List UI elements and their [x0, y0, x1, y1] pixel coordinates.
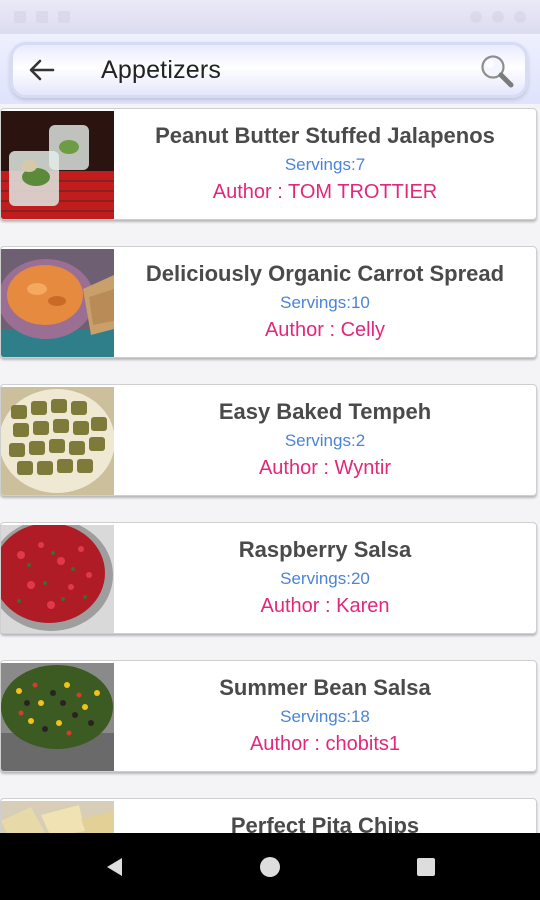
- recipe-author: Author : Wyntir: [258, 457, 392, 479]
- recipe-card[interactable]: Summer Bean Salsa Servings:18 Author : c…: [0, 660, 540, 776]
- recipe-servings: Servings:10: [280, 293, 370, 312]
- recipe-thumbnail: [1, 663, 114, 771]
- notification-icon: [58, 11, 70, 23]
- nav-recents-button[interactable]: [414, 855, 438, 879]
- magnifier-icon: [481, 55, 514, 88]
- recipe-title: Deliciously Organic Carrot Spread: [145, 261, 505, 286]
- recipe-thumbnail: [1, 249, 114, 357]
- recipe-thumbnail: [1, 111, 114, 219]
- page-title: Appetizers: [101, 56, 222, 84]
- notification-icon: [36, 11, 48, 23]
- recipe-thumbnail: [1, 525, 114, 633]
- recipe-servings: Servings:2: [284, 431, 366, 450]
- recipe-thumbnail: [1, 387, 114, 495]
- recipe-title: Easy Baked Tempeh: [218, 399, 432, 424]
- status-bar: [0, 0, 540, 34]
- recipe-author: Author : Celly: [264, 319, 386, 341]
- system-nav-bar: [0, 833, 540, 900]
- nav-back-button[interactable]: [103, 855, 127, 879]
- app-bar: Appetizers: [0, 34, 540, 104]
- signal-icon: [492, 11, 504, 23]
- recipe-title: Summer Bean Salsa: [219, 675, 431, 700]
- wifi-icon: [470, 11, 482, 23]
- recipe-title: Raspberry Salsa: [238, 537, 412, 562]
- recipe-title: Peanut Butter Stuffed Jalapenos: [155, 123, 495, 148]
- battery-icon: [514, 11, 526, 23]
- recipe-servings: Servings:20: [280, 569, 370, 588]
- search-button[interactable]: [477, 51, 517, 91]
- recipe-card[interactable]: Easy Baked Tempeh Servings:2 Author : Wy…: [0, 384, 540, 500]
- recipe-list[interactable]: Peanut Butter Stuffed Jalapenos Servings…: [0, 104, 540, 833]
- search-box[interactable]: Appetizers: [10, 42, 528, 98]
- recipe-card[interactable]: Peanut Butter Stuffed Jalapenos Servings…: [0, 108, 540, 224]
- notification-icons: [14, 11, 70, 23]
- recipe-author: Author : chobits1: [249, 733, 401, 755]
- nav-home-button[interactable]: [258, 855, 282, 879]
- triangle-back-icon: [107, 858, 122, 876]
- recipe-card[interactable]: Deliciously Organic Carrot Spread Servin…: [0, 246, 540, 362]
- recipe-servings: Servings:18: [280, 707, 370, 726]
- recipe-card[interactable]: Raspberry Salsa Servings:20 Author : Kar…: [0, 522, 540, 638]
- square-recents-icon: [417, 858, 435, 876]
- recipe-servings: Servings:7: [284, 155, 366, 174]
- arrow-left-icon: [29, 59, 55, 81]
- notification-icon: [14, 11, 26, 23]
- system-status-icons: [470, 11, 526, 23]
- recipe-thumbnail: [1, 801, 114, 833]
- recipe-author: Author : Karen: [260, 595, 390, 617]
- recipe-title: Perfect Pita Chips: [230, 813, 420, 833]
- recipe-card[interactable]: Perfect Pita Chips: [0, 798, 540, 833]
- recipe-author: Author : TOM TROTTIER: [212, 181, 438, 203]
- back-button[interactable]: [27, 57, 57, 83]
- circle-home-icon: [260, 857, 280, 877]
